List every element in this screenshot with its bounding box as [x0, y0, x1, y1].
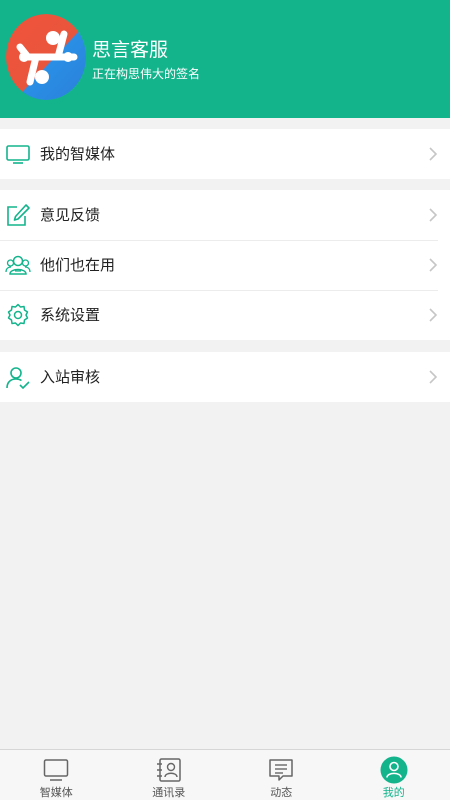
tab-label: 智媒体 — [39, 786, 73, 799]
chevron-right-icon — [429, 258, 438, 272]
chevron-right-icon — [429, 208, 438, 222]
menu-item-my-media[interactable]: 我的智媒体 — [0, 129, 450, 179]
contacts-icon — [156, 758, 181, 782]
tab-label: 通讯录 — [152, 786, 186, 799]
menu-group-2: 意见反馈 他们也在用 系统设置 — [0, 190, 450, 340]
node-link-logo-icon — [6, 14, 86, 100]
message-icon — [269, 759, 293, 781]
user-check-icon — [6, 367, 30, 390]
profile-header: 思言客服 正在构思伟大的签名 — [0, 0, 450, 118]
menu-item-settings[interactable]: 系统设置 — [0, 290, 450, 340]
tab-contacts[interactable]: 通讯录 — [113, 750, 226, 800]
avatar[interactable] — [6, 14, 86, 100]
menu-item-label: 意见反馈 — [40, 206, 101, 224]
tab-media[interactable]: 智媒体 — [0, 750, 113, 800]
menu-item-site-review[interactable]: 入站审核 — [0, 352, 450, 402]
menu-group-1: 我的智媒体 — [0, 129, 450, 179]
tab-label: 我的 — [382, 786, 405, 799]
chevron-right-icon — [429, 370, 438, 384]
gear-icon — [7, 303, 29, 327]
users-icon — [5, 255, 31, 275]
tab-activity[interactable]: 动态 — [225, 750, 338, 800]
tab-label: 动态 — [270, 786, 293, 799]
profile-name: 思言客服 — [92, 39, 169, 61]
edit-note-icon — [7, 204, 30, 226]
monitor-icon — [44, 759, 69, 781]
tab-mine[interactable]: 我的 — [338, 750, 450, 800]
profile-signature: 正在构思伟大的签名 — [92, 67, 201, 81]
menu-item-label: 入站审核 — [40, 368, 101, 386]
menu-item-label: 我的智媒体 — [40, 145, 116, 163]
menu-item-label: 他们也在用 — [40, 256, 116, 274]
menu-item-also-using[interactable]: 他们也在用 — [0, 240, 450, 290]
chevron-right-icon — [429, 147, 438, 161]
chevron-right-icon — [429, 308, 438, 322]
profile-icon — [380, 756, 408, 784]
menu-group-3: 入站审核 — [0, 352, 450, 402]
menu-item-label: 系统设置 — [40, 306, 101, 324]
menu-item-feedback[interactable]: 意见反馈 — [0, 190, 450, 240]
bottom-tab-bar: 智媒体 通讯录 动态 我的 — [0, 749, 450, 800]
monitor-icon — [6, 145, 30, 164]
